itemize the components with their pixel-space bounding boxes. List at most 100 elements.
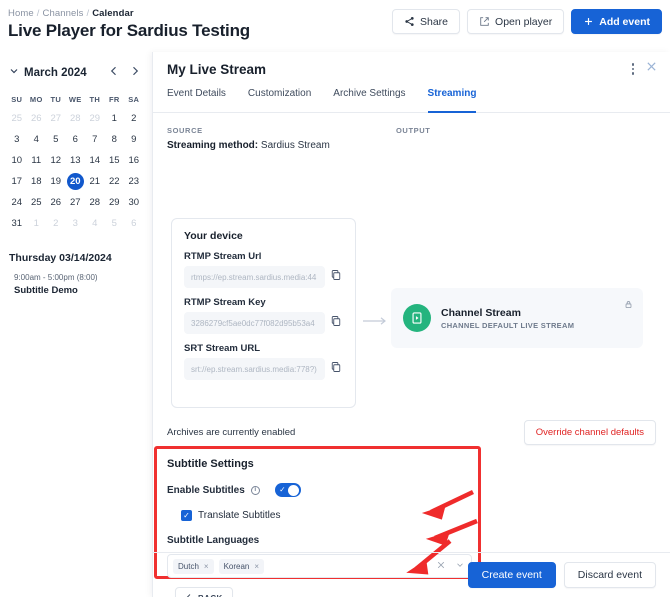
tab-customization[interactable]: Customization	[248, 88, 311, 112]
calendar-day[interactable]: 6	[66, 130, 86, 149]
calendar-day[interactable]: 15	[105, 151, 125, 170]
translate-subtitles-checkbox[interactable]: ✓	[181, 510, 192, 521]
calendar-week-row: 31 1 2 3 4 5 6	[7, 213, 145, 234]
calendar-day[interactable]: 13	[66, 151, 86, 170]
calendar-day[interactable]: 11	[27, 151, 47, 170]
copy-icon[interactable]	[330, 314, 343, 332]
calendar-day[interactable]: 29	[105, 193, 125, 212]
calendar-day[interactable]: 8	[105, 130, 125, 149]
calendar-day[interactable]: 26	[46, 193, 66, 212]
modal-body: SOURCE OUTPUT Streaming method: Sardius …	[153, 113, 670, 597]
flow-arrow-icon	[363, 313, 389, 325]
tab-streaming[interactable]: Streaming	[427, 88, 476, 113]
calendar-day[interactable]: 25	[27, 193, 47, 212]
calendar-day[interactable]: 4	[85, 214, 105, 233]
calendar-day[interactable]: 5	[46, 130, 66, 149]
chevron-down-icon[interactable]	[8, 64, 24, 82]
discard-event-button[interactable]: Discard event	[563, 562, 656, 588]
calendar-day[interactable]: 5	[105, 214, 125, 233]
calendar-day[interactable]: 10	[7, 151, 27, 170]
breadcrumb-item-calendar[interactable]: Calendar	[92, 8, 133, 19]
calendar-day[interactable]: 29	[85, 109, 105, 128]
calendar-week-row: 3456789	[7, 129, 145, 150]
channel-stream-card[interactable]: Channel Stream CHANNEL DEFAULT LIVE STRE…	[391, 288, 643, 348]
calendar-day[interactable]: 27	[66, 193, 86, 212]
calendar-day[interactable]: 16	[124, 151, 144, 170]
calendar-day[interactable]: 6	[124, 214, 144, 233]
calendar-day[interactable]: 22	[105, 172, 125, 191]
calendar-weeks: 25 26 27 28 29 1 2 3 4 5 6 7 8 9 10 11 12 13 14 15 16 17 18 19 2…	[7, 108, 145, 234]
close-icon[interactable]	[645, 60, 658, 78]
enable-subtitles-toggle[interactable]: ✓	[274, 483, 301, 497]
calendar-day[interactable]: 1	[105, 109, 125, 128]
open-player-button[interactable]: Open player	[467, 9, 565, 34]
calendar-day-selected[interactable]: 20	[66, 173, 84, 190]
copy-icon[interactable]	[330, 360, 343, 378]
subtitle-settings-heading: Subtitle Settings	[167, 458, 254, 470]
streaming-method: Streaming method: Sardius Stream	[167, 140, 330, 151]
top-actions: Share Open player Add event	[392, 9, 662, 34]
top-bar: Home / Channels / Calendar Live Player for S…	[0, 0, 670, 52]
calendar-day[interactable]: 28	[66, 109, 86, 128]
calendar-day[interactable]: 31	[7, 214, 27, 233]
open-player-label: Open player	[495, 15, 553, 28]
subtitle-languages-label: Subtitle Languages	[167, 535, 260, 546]
archives-status-text: Archives are currently enabled	[167, 427, 296, 438]
weekday-th: TH	[89, 94, 101, 104]
info-icon[interactable]: i	[250, 485, 260, 495]
calendar-day[interactable]: 27	[46, 109, 66, 128]
modal-header: My Live Stream	[153, 52, 670, 88]
more-vertical-icon[interactable]	[631, 63, 634, 75]
enable-subtitles-label: Enable Subtitles	[167, 484, 245, 496]
tab-archive-settings[interactable]: Archive Settings	[333, 88, 405, 112]
breadcrumb: Home / Channels / Calendar	[8, 8, 134, 19]
your-device-heading: Your device	[184, 230, 243, 242]
event-time: 9:00am - 5:00pm (8:00)	[14, 273, 98, 282]
override-channel-defaults-button[interactable]: Override channel defaults	[523, 420, 656, 445]
calendar-day[interactable]: 12	[46, 151, 66, 170]
calendar-day[interactable]: 3	[7, 130, 27, 149]
calendar-day[interactable]: 3	[66, 214, 86, 233]
calendar-day[interactable]: 17	[7, 172, 27, 191]
calendar-day[interactable]: 21	[85, 172, 105, 191]
weekday-su: SU	[11, 94, 23, 104]
rtmp-url-input[interactable]: rtmps://ep.stream.sardius.media:44	[184, 266, 325, 288]
translate-subtitles-row[interactable]: ✓ Translate Subtitles	[181, 510, 472, 521]
calendar-day[interactable]: 23	[124, 172, 144, 191]
translate-subtitles-label: Translate Subtitles	[198, 510, 281, 521]
copy-icon[interactable]	[330, 268, 343, 286]
srt-url-input[interactable]: srt://ep.stream.sardius.media:778?)	[184, 358, 325, 380]
calendar-day[interactable]: 30	[124, 193, 144, 212]
share-button[interactable]: Share	[392, 9, 461, 34]
create-event-button[interactable]: Create event	[467, 562, 556, 588]
calendar-day[interactable]: 4	[27, 130, 47, 149]
chevron-right-icon[interactable]	[129, 64, 141, 82]
breadcrumb-item-home[interactable]: Home	[8, 8, 34, 19]
toggle-knob	[287, 484, 299, 496]
rtmp-key-label: RTMP Stream Key	[184, 297, 266, 308]
calendar-day[interactable]: 25	[7, 109, 27, 128]
add-event-button[interactable]: Add event	[571, 9, 662, 34]
calendar-day[interactable]: 14	[85, 151, 105, 170]
weekday-we: WE	[68, 94, 82, 104]
srt-url-label: SRT Stream URL	[184, 343, 261, 354]
calendar-day[interactable]: 24	[7, 193, 27, 212]
calendar-day[interactable]: 19	[46, 172, 66, 191]
calendar-day[interactable]: 28	[85, 193, 105, 212]
tab-event-details[interactable]: Event Details	[167, 88, 226, 112]
video-file-icon	[403, 304, 431, 332]
calendar-day[interactable]: 26	[27, 109, 47, 128]
calendar-day[interactable]: 9	[124, 130, 144, 149]
chevron-left-icon[interactable]	[108, 64, 120, 82]
calendar-day[interactable]: 1	[27, 214, 47, 233]
calendar-day[interactable]: 2	[124, 109, 144, 128]
channel-stream-text: Channel Stream CHANNEL DEFAULT LIVE STRE…	[441, 307, 574, 330]
rtmp-key-input[interactable]: 3286279cf5ae0dc77f082d95b53a4	[184, 312, 325, 334]
calendar-day[interactable]: 2	[46, 214, 66, 233]
breadcrumb-item-channels[interactable]: Channels	[43, 8, 84, 19]
external-link-icon	[479, 16, 490, 27]
weekday-fr: FR	[108, 94, 120, 104]
calendar-event-item[interactable]: 9:00am - 5:00pm (8:00) Subtitle Demo	[14, 273, 152, 296]
calendar-day[interactable]: 18	[27, 172, 47, 191]
calendar-day[interactable]: 7	[85, 130, 105, 149]
